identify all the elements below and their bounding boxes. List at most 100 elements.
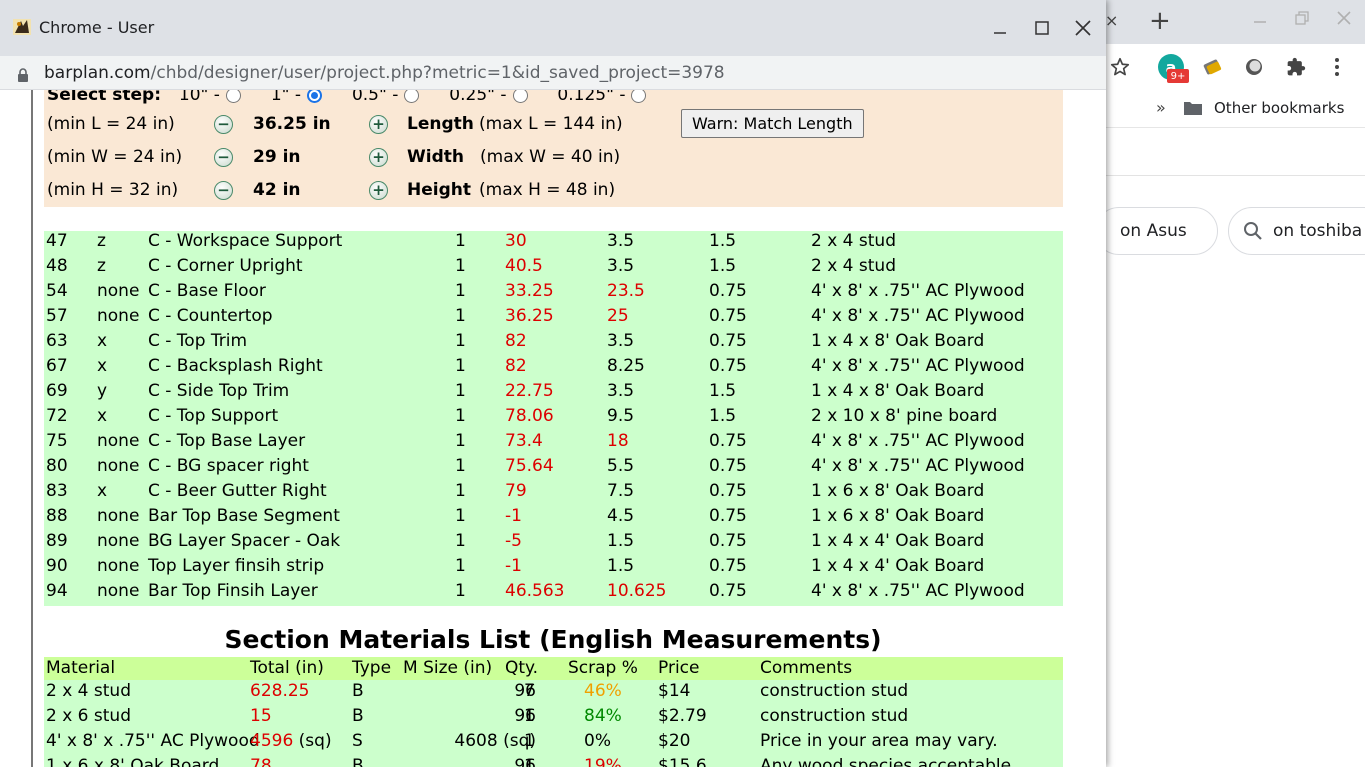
search-chip-label: on toshiba <box>1273 221 1363 241</box>
table-row: 69 y C - Side Top Trim 1 22.75 3.5 1.5 1 x 4 x … <box>44 381 1063 406</box>
part-qty: 1 <box>455 281 466 301</box>
length-value: 36.25 in <box>253 114 331 134</box>
part-thickness: 1.5 <box>709 256 737 276</box>
lock-icon[interactable] <box>17 67 29 87</box>
part-material: 1 x 4 x 4' Oak Board <box>811 556 985 576</box>
dimension-panel: Select step: 10" - 1" - 0.5" - 0.25" - 0… <box>44 90 1063 207</box>
step-option[interactable]: 0.5" - <box>352 90 420 105</box>
step-option[interactable]: 0.125" - <box>557 90 647 105</box>
length-max: (max L = 144 in) <box>479 114 623 134</box>
part-axis: z <box>97 256 106 276</box>
part-thickness: 1.5 <box>709 231 737 251</box>
table-row: 94 none Bar Top Finsih Layer 1 46.563 10.625 0… <box>44 581 1063 606</box>
materials-msize: 4608 (sq) <box>454 731 536 751</box>
height-min: (min H = 32 in) <box>47 180 179 200</box>
background-divider <box>1105 175 1365 176</box>
materials-total: 4596 (sq) <box>250 731 332 751</box>
step-option[interactable]: 0.25" - <box>449 90 528 105</box>
menu-dots-icon[interactable] <box>1325 55 1349 79</box>
materials-scrap: 0% <box>584 731 611 751</box>
step-option[interactable]: 10" - <box>179 90 241 105</box>
part-qty: 1 <box>455 356 466 376</box>
part-axis: x <box>97 356 108 376</box>
bookmarks-overflow-button[interactable]: » <box>1156 98 1166 117</box>
table-row: 54 none C - Base Floor 1 33.25 23.5 0.75 4' x 8… <box>44 281 1063 306</box>
part-id: 57 <box>46 306 68 326</box>
part-axis: none <box>97 306 140 326</box>
height-decrease-button[interactable]: − <box>214 181 233 200</box>
materials-qty: 1 <box>524 706 535 726</box>
part-qty: 1 <box>455 406 466 426</box>
notification-badge: 9+ <box>1167 69 1189 83</box>
step-radio-selected[interactable] <box>307 90 323 103</box>
close-button[interactable] <box>1068 14 1098 42</box>
width-increase-button[interactable]: + <box>369 148 388 167</box>
minimize-button[interactable] <box>985 14 1015 42</box>
part-material: 4' x 8' x .75'' AC Plywood <box>811 281 1025 301</box>
search-icon <box>1243 221 1263 241</box>
part-name: C - Side Top Trim <box>148 381 290 401</box>
part-width: 9.5 <box>607 406 635 426</box>
bookmark-other[interactable]: Other bookmarks <box>1214 99 1344 117</box>
part-name: C - Workspace Support <box>148 231 343 251</box>
close-icon[interactable] <box>1336 10 1352 30</box>
extensions-puzzle-icon[interactable] <box>1284 55 1308 79</box>
extension-circle-icon[interactable] <box>1242 55 1266 79</box>
part-length: 82 <box>505 356 527 376</box>
materials-row: 2 x 4 stud 628.25 B 96 7 46% $14 construction s… <box>44 680 1063 705</box>
minimize-icon[interactable] <box>1252 10 1268 30</box>
materials-scrap: 84% <box>584 706 622 726</box>
step-radio[interactable] <box>512 90 528 103</box>
new-tab-button[interactable]: + <box>1149 6 1171 36</box>
part-length: 30 <box>505 231 527 251</box>
step-option[interactable]: 1" - <box>271 90 323 105</box>
height-increase-button[interactable]: + <box>369 181 388 200</box>
search-chip-toshiba[interactable]: on toshiba <box>1228 207 1365 255</box>
part-axis: x <box>97 406 108 426</box>
materials-row: 1 x 6 x 8' Oak Board 78 B 96 1 19% $15.6 Any wo… <box>44 755 1063 767</box>
warn-match-length-button[interactable]: Warn: Match Length <box>681 109 864 138</box>
materials-row: 4' x 8' x .75'' AC Plywood 4596 (sq) S 4608… <box>44 730 1063 755</box>
part-width: 10.625 <box>607 581 667 601</box>
maximize-button[interactable] <box>1027 14 1057 42</box>
part-axis: none <box>97 506 140 526</box>
search-chip-asus[interactable]: on Asus <box>1095 207 1218 255</box>
step-radio[interactable] <box>631 90 647 103</box>
part-thickness: 1.5 <box>709 406 737 426</box>
length-decrease-button[interactable]: − <box>214 115 233 134</box>
part-id: 83 <box>46 481 68 501</box>
part-length: 73.4 <box>505 431 543 451</box>
bookmarks-bar: » Other bookmarks <box>1105 90 1365 128</box>
materials-price: $20 <box>658 731 691 751</box>
address-bar[interactable]: barplan.com/chbd/designer/user/project.p… <box>0 56 1106 90</box>
part-axis: none <box>97 431 140 451</box>
extension-wallet-icon[interactable] <box>1201 55 1225 79</box>
step-radio[interactable] <box>404 90 420 103</box>
restore-icon[interactable] <box>1294 10 1310 30</box>
part-material: 2 x 4 stud <box>811 231 896 251</box>
table-row: 88 none Bar Top Base Segment 1 -1 4.5 0.75 1 x … <box>44 506 1063 531</box>
part-thickness: 0.75 <box>709 281 747 301</box>
background-browser-window: × + a 9+ » Other bookmarks on Asus on to… <box>1095 0 1365 767</box>
length-increase-button[interactable]: + <box>369 115 388 134</box>
url-text[interactable]: barplan.com/chbd/designer/user/project.p… <box>44 63 725 83</box>
part-id: 94 <box>46 581 68 601</box>
table-row: 90 none Top Layer finsih strip 1 -1 1.5 0.75 1 … <box>44 556 1063 581</box>
materials-price: $2.79 <box>658 706 707 726</box>
materials-price: $14 <box>658 681 691 701</box>
part-qty: 1 <box>455 481 466 501</box>
table-row: 83 x C - Beer Gutter Right 1 79 7.5 0.75 1 x 6 … <box>44 481 1063 506</box>
part-material: 2 x 4 stud <box>811 256 896 276</box>
part-axis: none <box>97 281 140 301</box>
star-bookmark-icon[interactable] <box>1108 55 1132 79</box>
popup-window: Chrome - User barplan.com/chbd/designer/… <box>0 0 1106 767</box>
materials-msize: 96 <box>514 756 536 767</box>
part-id: 88 <box>46 506 68 526</box>
width-decrease-button[interactable]: − <box>214 148 233 167</box>
part-qty: 1 <box>455 456 466 476</box>
step-radio[interactable] <box>225 90 241 103</box>
tab-close-button[interactable]: × <box>1105 11 1118 30</box>
part-width: 23.5 <box>607 281 645 301</box>
materials-qty: 1 <box>524 731 535 751</box>
page-content: Select step: 10" - 1" - 0.5" - 0.25" - 0… <box>0 90 1106 767</box>
